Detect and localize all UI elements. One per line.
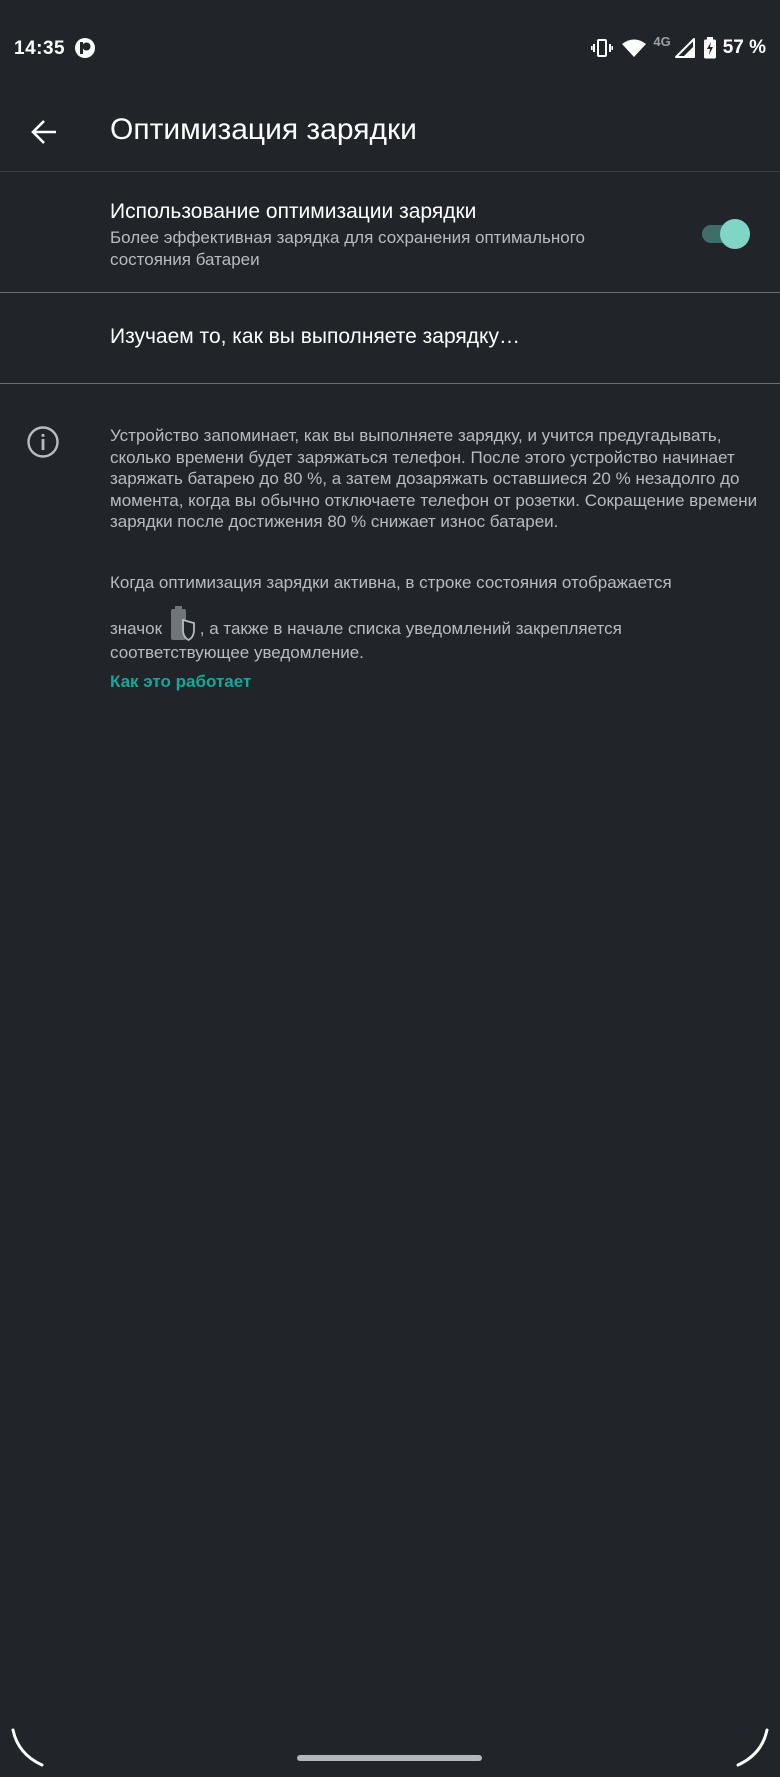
setting-title: Использование оптимизации зарядки (110, 200, 477, 223)
status-icons: 4G 57 % (583, 34, 766, 62)
battery-percent: 57 % (722, 37, 766, 58)
status-bar: 14:35 4G 57 % (0, 0, 780, 96)
battery-charging-icon (703, 37, 716, 59)
learning-status-row: Изучаем то, как вы выполняете зарядку… (0, 293, 780, 383)
vibrate-icon (591, 39, 614, 57)
switch-thumb (720, 219, 750, 249)
app-bar: Оптимизация зарядки (0, 96, 780, 172)
network-type-label: 4G (653, 33, 671, 49)
wifi-icon (622, 39, 647, 57)
corner-left-icon (11, 1728, 44, 1767)
gesture-nav-handle[interactable] (297, 1755, 482, 1761)
how-it-works-link[interactable]: Как это работает (110, 672, 251, 692)
arrow-back-icon (31, 120, 56, 144)
back-button[interactable] (22, 110, 66, 154)
info-paragraph-2-line-1: Когда оптимизация зарядки активна, в стр… (110, 573, 672, 592)
status-time: 14:35 (14, 38, 66, 59)
info-paragraph-2-before-icon: значок (110, 619, 163, 638)
learning-status-text: Изучаем то, как вы выполняете зарядку… (110, 325, 520, 348)
info-paragraph-1: Устройство запоминает, как вы выполняете… (110, 426, 758, 531)
info-paragraph-2-rest: значок , а также в начале списка уведомл… (110, 606, 760, 664)
battery-shield-icon (170, 606, 195, 642)
charging-optimization-switch[interactable] (702, 218, 750, 250)
charging-optimization-setting[interactable]: Использование оптимизации зарядки Более … (0, 172, 780, 292)
setting-summary: Более эффективная зарядка для сохранения… (110, 228, 586, 269)
cell-signal-icon (674, 38, 695, 58)
info-icon (27, 426, 59, 458)
app-notification-icon (75, 38, 95, 58)
corner-right-icon (736, 1728, 769, 1767)
page-title: Оптимизация зарядки (110, 113, 417, 146)
divider (0, 383, 780, 384)
